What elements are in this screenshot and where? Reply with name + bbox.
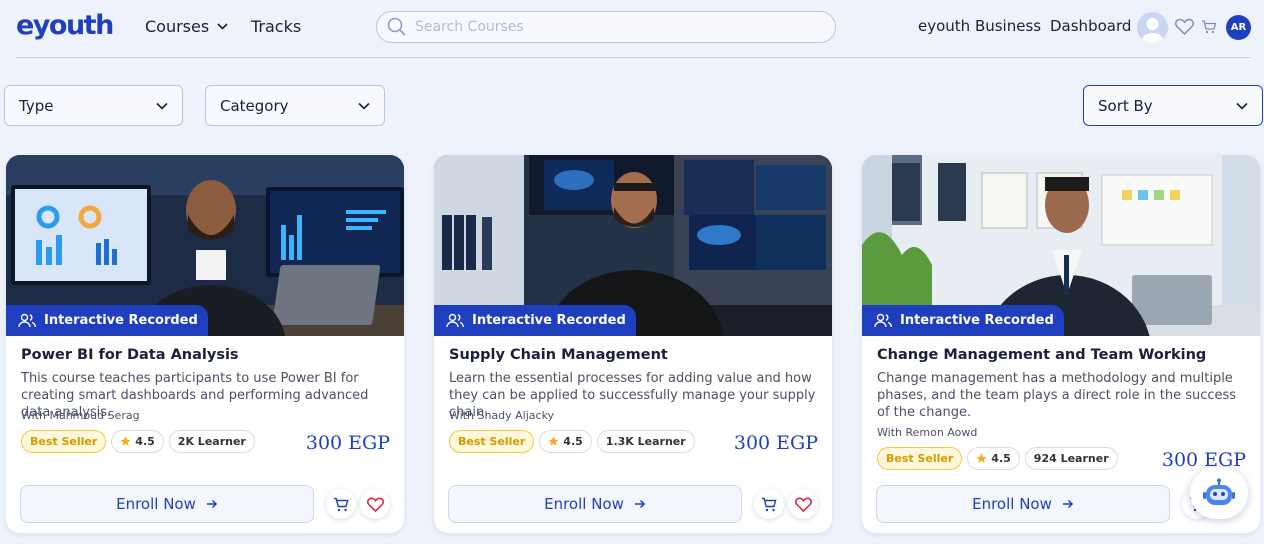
add-to-cart-button[interactable]: [754, 489, 784, 519]
course-stats: Best Seller 4.5 1.3K Learner: [449, 430, 695, 453]
arrow-right-icon: [206, 499, 217, 509]
dashboard-link[interactable]: Dashboard: [1050, 17, 1131, 35]
course-title[interactable]: Supply Chain Management: [449, 347, 668, 363]
nav-courses-menu[interactable]: Courses: [145, 17, 228, 36]
type-filter-dropdown[interactable]: Type: [4, 85, 183, 126]
best-seller-badge: Best Seller: [21, 430, 107, 453]
top-navbar: eyouth Courses Tracks eyouth Business Da…: [0, 0, 1264, 56]
users-icon: [18, 313, 36, 328]
eyouth-business-link[interactable]: eyouth Business: [918, 17, 1041, 35]
add-to-wishlist-button[interactable]: [788, 489, 818, 519]
cart-icon: [334, 497, 349, 511]
chevron-down-icon: [1236, 102, 1248, 110]
heart-icon: [366, 497, 384, 512]
learners-chip: 924 Learner: [1024, 447, 1118, 470]
header-divider: [16, 57, 1251, 58]
chatbot-launcher-button[interactable]: [1190, 467, 1248, 519]
chevron-down-icon: [217, 23, 228, 30]
interactive-recorded-badge: Interactive Recorded: [862, 305, 1064, 336]
course-stats: Best Seller 4.5 924 Learner: [877, 447, 1118, 470]
rating-value: 4.5: [991, 452, 1011, 465]
star-icon: [548, 436, 559, 446]
rating-value: 4.5: [135, 435, 155, 448]
sort-by-dropdown[interactable]: Sort By: [1083, 85, 1263, 126]
search-bar: [376, 11, 836, 43]
search-input[interactable]: [415, 19, 815, 35]
course-thumbnail[interactable]: Interactive Recorded: [862, 155, 1260, 336]
enroll-now-button[interactable]: Enroll Now: [876, 485, 1170, 523]
search-icon: [387, 17, 406, 36]
badge-label: Interactive Recorded: [44, 313, 198, 328]
course-instructor: With Mahmoud Serag: [21, 409, 140, 422]
best-seller-badge: Best Seller: [877, 447, 963, 470]
chevron-down-icon: [358, 102, 370, 110]
star-icon: [976, 453, 987, 463]
user-icon: [1141, 18, 1164, 43]
category-filter-label: Category: [220, 96, 289, 115]
interactive-recorded-badge: Interactive Recorded: [6, 305, 208, 336]
nav-courses-label: Courses: [145, 17, 210, 36]
enroll-now-button[interactable]: Enroll Now: [448, 485, 742, 523]
course-instructor: With Shady Aljacky: [449, 409, 555, 422]
learners-chip: 1.3K Learner: [596, 430, 695, 453]
language-switch-badge[interactable]: AR: [1226, 15, 1251, 40]
best-seller-badge: Best Seller: [449, 430, 535, 453]
rating-chip: 4.5: [967, 447, 1020, 470]
category-filter-dropdown[interactable]: Category: [205, 85, 385, 126]
arrow-right-icon: [634, 499, 645, 509]
course-thumbnail[interactable]: Interactive Recorded: [434, 155, 832, 336]
course-thumbnail[interactable]: Interactive Recorded: [6, 155, 404, 336]
course-card[interactable]: Interactive Recorded Supply Chain Manage…: [434, 155, 832, 533]
enroll-now-button[interactable]: Enroll Now: [20, 485, 314, 523]
users-icon: [446, 313, 464, 328]
user-avatar[interactable]: [1137, 12, 1168, 43]
course-price: 300 EGP: [733, 432, 818, 454]
eyouth-logo[interactable]: eyouth: [16, 10, 114, 41]
nav-tracks-link[interactable]: Tracks: [251, 17, 301, 36]
course-price: 300 EGP: [1161, 449, 1246, 471]
course-title[interactable]: Power BI for Data Analysis: [21, 347, 239, 363]
course-instructor: With Remon Aowd: [877, 426, 978, 439]
type-filter-label: Type: [19, 96, 54, 115]
arrow-right-icon: [1062, 499, 1073, 509]
interactive-recorded-badge: Interactive Recorded: [434, 305, 636, 336]
course-stats: Best Seller 4.5 2K Learner: [21, 430, 255, 453]
enroll-label: Enroll Now: [544, 495, 624, 513]
course-description: Change management has a methodology and …: [877, 371, 1237, 420]
enroll-label: Enroll Now: [972, 495, 1052, 513]
add-to-cart-button[interactable]: [326, 489, 356, 519]
wishlist-heart-icon[interactable]: [1175, 18, 1194, 39]
learners-chip: 2K Learner: [168, 430, 255, 453]
rating-value: 4.5: [563, 435, 583, 448]
badge-label: Interactive Recorded: [472, 313, 626, 328]
robot-icon: [1203, 478, 1235, 505]
add-to-wishlist-button[interactable]: [360, 489, 390, 519]
cart-icon[interactable]: [1201, 19, 1217, 38]
course-card[interactable]: Interactive Recorded Power BI for Data A…: [6, 155, 404, 533]
rating-chip: 4.5: [111, 430, 164, 453]
enroll-label: Enroll Now: [116, 495, 196, 513]
chevron-down-icon: [156, 102, 168, 110]
course-price: 300 EGP: [305, 432, 390, 454]
badge-label: Interactive Recorded: [900, 313, 1054, 328]
course-title[interactable]: Change Management and Team Working: [877, 347, 1206, 363]
star-icon: [120, 436, 131, 446]
users-icon: [874, 313, 892, 328]
rating-chip: 4.5: [539, 430, 592, 453]
heart-icon: [794, 497, 812, 512]
cart-icon: [762, 497, 777, 511]
sort-by-label: Sort By: [1098, 96, 1153, 115]
